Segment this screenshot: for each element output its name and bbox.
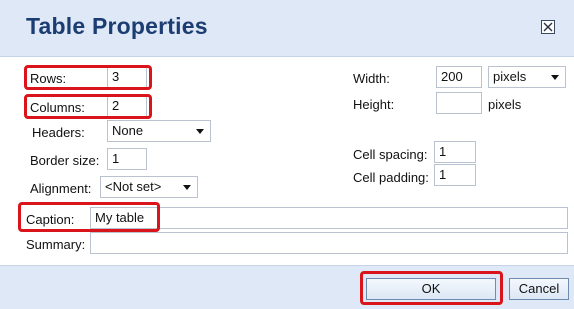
summary-label: Summary: (26, 237, 86, 252)
rows-label: Rows: (30, 71, 67, 86)
chevron-down-icon (183, 185, 191, 190)
table-properties-dialog: Table Properties Rows: 3 Columns: 2 Head… (0, 0, 574, 309)
height-input[interactable] (436, 92, 482, 114)
cell-spacing-label: Cell spacing: (353, 147, 428, 162)
dialog-footer: OK Cancel (0, 265, 574, 309)
cell-padding-label: Cell padding: (353, 170, 429, 185)
height-label: Height: (353, 97, 395, 112)
close-icon[interactable] (541, 20, 555, 34)
width-label: Width: (353, 71, 390, 86)
cancel-button[interactable]: Cancel (509, 278, 569, 300)
headers-select[interactable]: None (107, 120, 211, 142)
width-input[interactable]: 200 (436, 66, 482, 88)
dialog-title: Table Properties (26, 13, 208, 39)
cell-spacing-input[interactable]: 1 (434, 141, 476, 163)
chevron-down-icon (196, 129, 204, 134)
cell-padding-input[interactable]: 1 (434, 164, 476, 186)
border-size-label: Border size: (30, 153, 100, 168)
headers-label: Headers: (32, 125, 85, 140)
height-unit-label: pixels (488, 97, 522, 112)
dialog-body: Rows: 3 Columns: 2 Headers: None Border … (0, 57, 574, 264)
dialog-title-bar: Table Properties (0, 0, 574, 57)
caption-input[interactable]: My table (90, 207, 568, 229)
summary-input[interactable] (90, 232, 568, 254)
alignment-label: Alignment: (30, 181, 92, 196)
ok-button[interactable]: OK (366, 278, 496, 300)
caption-label: Caption: (26, 212, 75, 227)
columns-label: Columns: (30, 100, 85, 115)
alignment-select[interactable]: <Not set> (100, 176, 198, 198)
width-unit-select[interactable]: pixels (488, 66, 566, 88)
border-size-input[interactable]: 1 (107, 148, 147, 170)
headers-select-value: None (112, 123, 144, 138)
width-unit-value: pixels (493, 69, 527, 84)
rows-input[interactable]: 3 (107, 66, 147, 88)
chevron-down-icon (551, 75, 559, 80)
alignment-select-value: <Not set> (105, 179, 162, 194)
columns-input[interactable]: 2 (107, 95, 147, 117)
